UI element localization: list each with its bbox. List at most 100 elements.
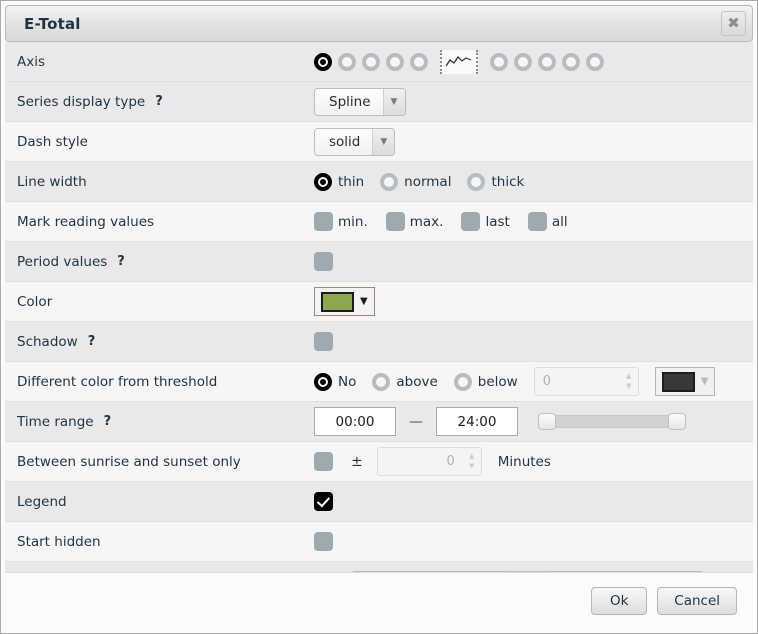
sunrise-sunset-control: ± 0 ▲ ▼ Minutes [314,447,741,476]
axis-radio-7[interactable] [514,52,532,71]
settings-rows: Axis Series display type ? Spline ▼ Dash… [5,42,753,572]
chevron-down-icon: ▼ [360,296,368,307]
mark-option-min[interactable]: min. [314,212,368,231]
time-range-separator: — [409,413,423,430]
dialog-title: E-Total [24,14,81,33]
row-threshold: Different color from threshold No above … [5,362,753,402]
color-picker-dropdown[interactable]: ▼ [314,287,375,316]
line-width-option-thick[interactable]: thick [467,172,540,191]
chart-position-handle[interactable]: 0 [504,570,551,572]
label-text: Legend [17,493,67,510]
option-label: max. [409,213,444,230]
radio-icon[interactable] [314,372,332,391]
mark-option-max[interactable]: max. [385,212,444,231]
time-range-to-input[interactable]: 24:00 [436,407,518,436]
option-label: thick [491,173,525,190]
threshold-option-below[interactable]: below [453,372,534,391]
sunrise-offset-spinner[interactable]: 0 ▲ ▼ [376,447,482,476]
checkbox-icon[interactable] [527,212,547,231]
chart-position-slider[interactable]: 0 [345,570,710,572]
threshold-color-dropdown[interactable]: ▼ [654,367,716,396]
cancel-button[interactable]: Cancel [657,587,737,615]
label-text: Axis [17,53,46,70]
time-range-slider[interactable] [538,413,686,430]
row-line-width: Line width thin normal thick [5,162,753,202]
threshold-option-no[interactable]: No [314,372,372,391]
slider-handle-left[interactable] [538,413,556,430]
axis-radio-9[interactable] [562,52,580,71]
spinner-up-icon[interactable]: ▲ [469,453,474,460]
mark-option-last[interactable]: last [461,212,510,231]
label-text: Color [17,293,53,310]
threshold-option-above[interactable]: above [372,372,453,391]
axis-radio-3[interactable] [362,52,380,71]
axis-radio-8[interactable] [538,52,556,71]
ok-button[interactable]: Ok [591,587,648,615]
spinner-arrows[interactable]: ▲ ▼ [463,448,481,475]
row-time-range-label: Time range ? [17,414,314,430]
start-hidden-checkbox[interactable] [314,532,333,551]
chart-line-icon[interactable] [440,49,478,74]
chevron-down-icon: ▼ [382,88,405,115]
axis-radio-4[interactable] [386,52,404,71]
series-display-type-dropdown[interactable]: Spline ▼ [314,87,406,116]
color-control: ▼ [314,287,741,316]
chevron-down-icon: ▼ [700,376,709,387]
row-legend: Legend [5,482,753,522]
threshold-value-spinner[interactable]: 0 ▲ ▼ [533,367,639,396]
radio-icon[interactable] [453,372,472,391]
spinner-arrows[interactable]: ▲ ▼ [620,368,638,395]
time-range-from-input[interactable]: 00:00 [314,407,396,436]
row-series-display-type-label: Series display type ? [17,94,314,110]
label-text: Line width [17,173,87,190]
help-icon[interactable]: ? [155,94,163,109]
radio-icon[interactable] [314,172,332,191]
row-series-display-type: Series display type ? Spline ▼ [5,82,753,122]
close-icon[interactable]: ✖ [721,11,746,36]
line-width-option-thin[interactable]: thin [314,172,380,191]
radio-icon[interactable] [372,372,391,391]
legend-checkbox[interactable] [314,492,333,511]
period-values-checkbox[interactable] [314,252,333,271]
option-label: below [477,373,518,390]
chevron-down-icon: ▼ [372,128,395,155]
row-period-values-label: Period values ? [17,254,314,270]
spinner-down-icon[interactable]: ▼ [469,463,474,470]
radio-icon[interactable] [467,172,486,191]
checkbox-icon[interactable] [314,212,333,231]
line-width-option-normal[interactable]: normal [380,172,467,191]
plus-minus-symbol: ± [351,453,363,470]
row-dash-style: Dash style solid ▼ [5,122,753,162]
spinner-up-icon[interactable]: ▲ [626,373,631,380]
dash-style-dropdown[interactable]: solid ▼ [314,127,396,156]
label-text: Between sunrise and sunset only [17,453,241,470]
axis-radio-5[interactable] [410,52,428,71]
dash-style-control: solid ▼ [314,127,741,156]
row-color-label: Color [17,294,314,310]
radio-icon[interactable] [380,172,399,191]
checkbox-icon[interactable] [461,212,481,231]
sunrise-sunset-checkbox[interactable] [314,452,333,471]
label-text: Schadow [17,333,78,350]
axis-radio-2[interactable] [338,52,356,71]
row-line-width-label: Line width [17,174,314,190]
axis-radio-6[interactable] [490,52,508,71]
mark-option-all[interactable]: all [527,212,568,231]
schadow-checkbox[interactable] [314,332,333,351]
settings-dialog: E-Total ✖ Axis Series display type ? Spl… [0,0,758,634]
row-axis: Axis [5,42,753,82]
row-mark-reading-values: Mark reading values min. max. last all [5,202,753,242]
help-icon[interactable]: ? [88,334,96,349]
checkbox-icon[interactable] [385,212,405,231]
axis-radio-10[interactable] [586,52,604,71]
help-icon[interactable]: ? [117,254,125,269]
help-icon[interactable]: ? [104,414,112,429]
slider-handle-right[interactable] [668,413,686,430]
option-label: all [551,213,568,230]
row-start-hidden: Start hidden [5,522,753,562]
spinner-down-icon[interactable]: ▼ [626,383,631,390]
axis-radio-1[interactable] [314,52,332,71]
sunrise-offset-unit: Minutes [497,453,551,470]
dialog-footer: Ok Cancel [5,572,753,629]
row-legend-label: Legend [17,494,314,510]
